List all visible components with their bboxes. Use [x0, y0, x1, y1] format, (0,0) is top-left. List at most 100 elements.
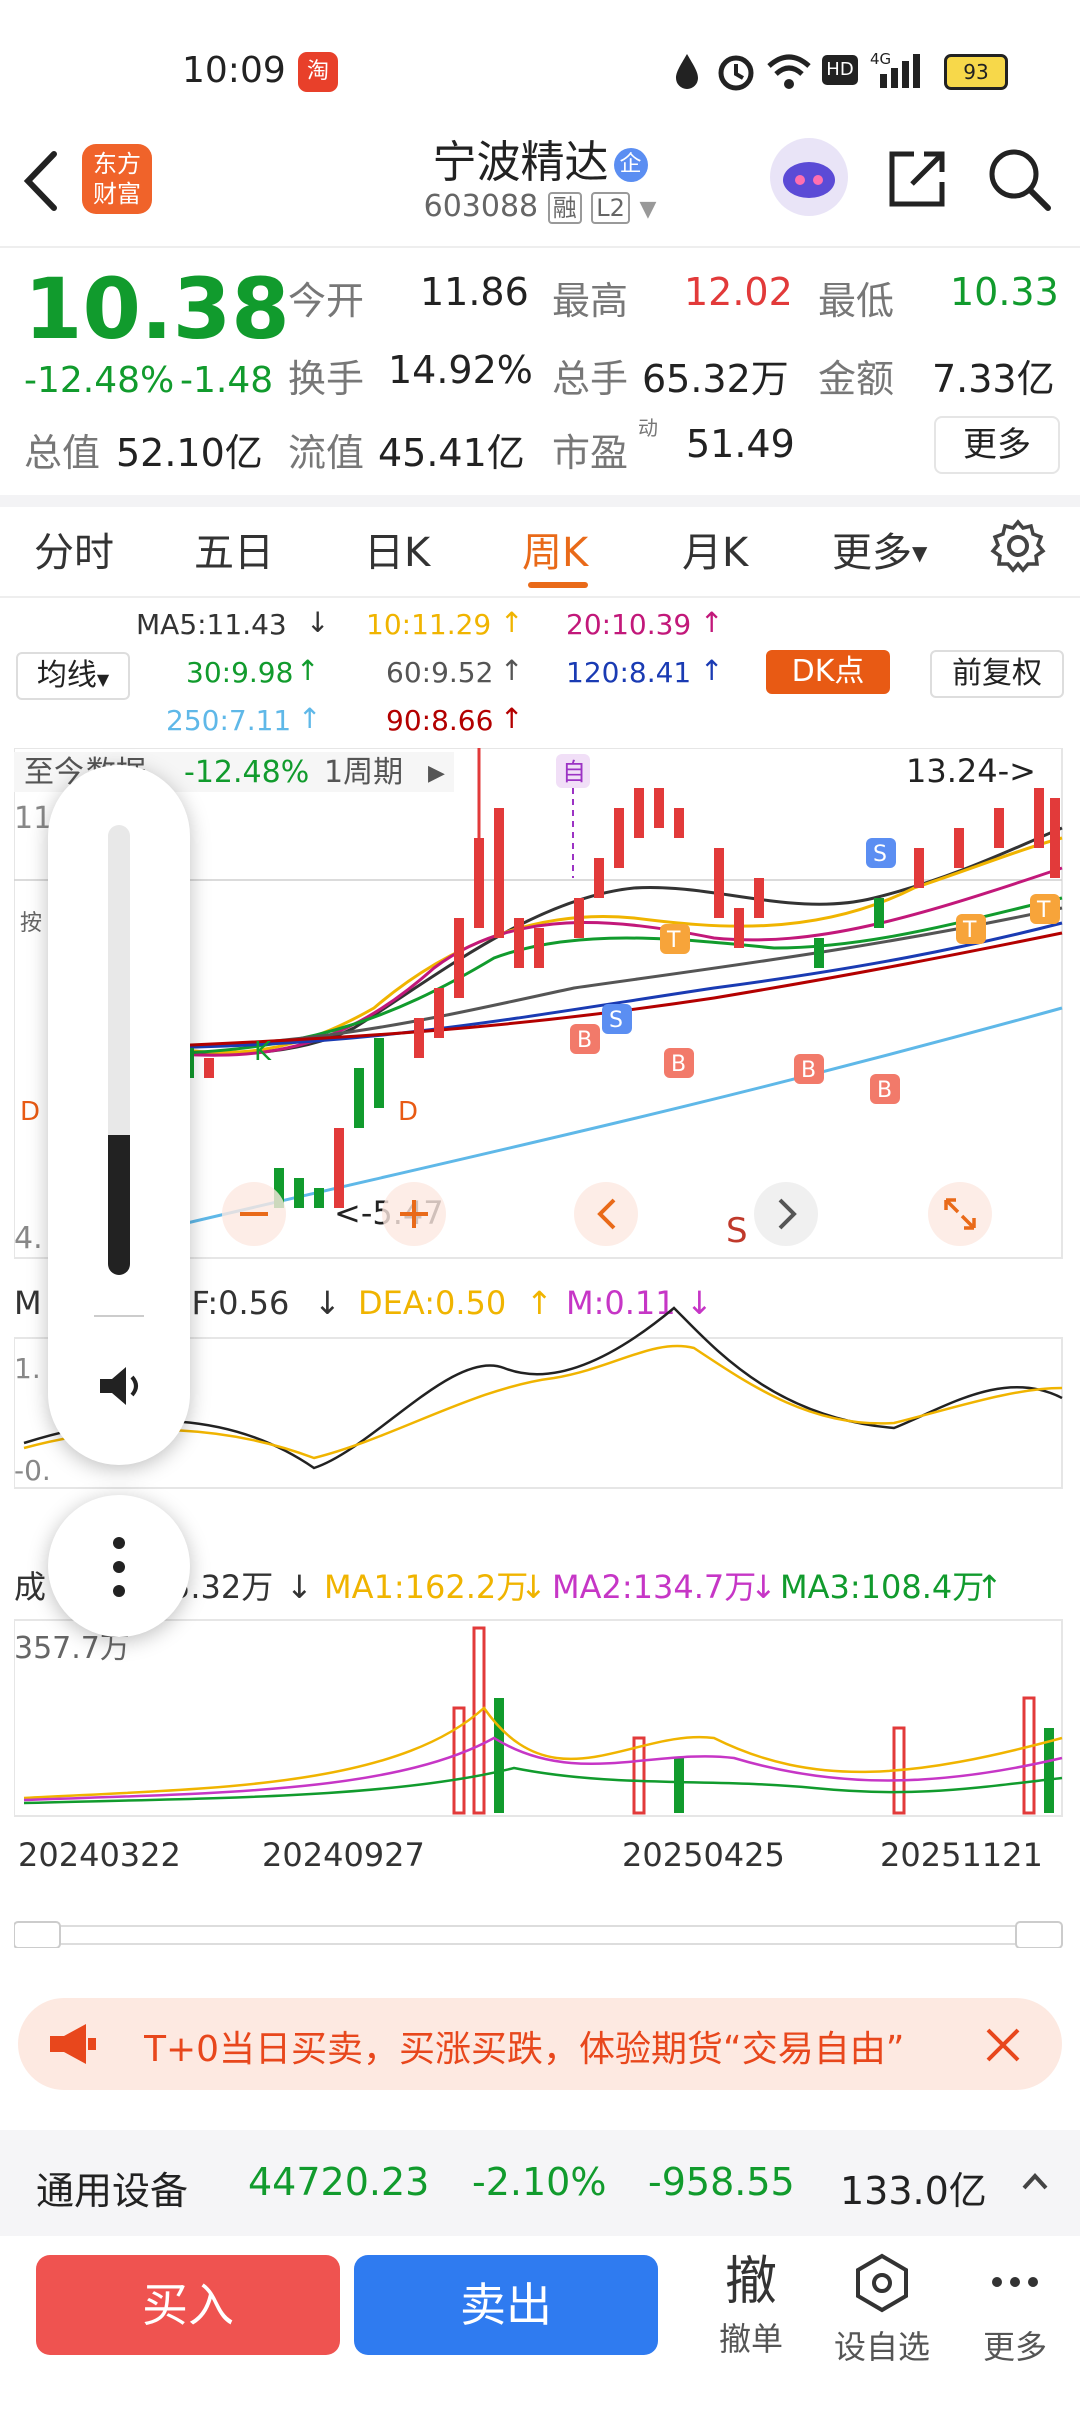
ma90-value: 90:8.66	[386, 704, 494, 737]
more-actions-button[interactable]: 更多	[960, 2250, 1070, 2368]
cancel-order-button[interactable]: 撤 撤单	[696, 2250, 806, 2360]
tab-more-label: 更多	[832, 530, 912, 576]
hd-icon: HD	[822, 55, 858, 85]
top-navigation: 东方 财富 宁波精达 企 603088 融 L2 ▼	[0, 120, 1080, 248]
buy-button[interactable]: 买入	[36, 2255, 340, 2355]
d-marker-left: D	[20, 1097, 40, 1127]
open-value: 11.86	[420, 270, 529, 314]
ma120-arrow-icon: ↑	[700, 654, 724, 687]
change-percent: -12.48%	[24, 360, 175, 401]
settings-icon[interactable]	[990, 518, 1046, 578]
system-volume-more[interactable]	[48, 1495, 190, 1637]
range-period[interactable]: 1周期	[324, 755, 403, 790]
ma-type-dropdown[interactable]: 均线▼	[16, 652, 130, 700]
tab-five-day[interactable]: 五日	[194, 520, 274, 578]
dropdown-triangle-icon[interactable]: ▼	[639, 197, 656, 222]
scroll-right-button[interactable]	[754, 1182, 818, 1246]
tab-intraday[interactable]: 分时	[34, 520, 114, 578]
ma3-arrow-icon: ↑	[976, 1568, 1003, 1606]
market-cap-label: 总值	[24, 431, 101, 475]
ma1-arrow-icon: ↓	[520, 1568, 547, 1606]
pe-dynamic-sup: 动	[638, 416, 658, 440]
chevron-up-icon[interactable]	[1020, 2166, 1050, 2200]
sector-bar[interactable]: 通用设备 44720.23 -2.10% -958.55 133.0亿	[0, 2130, 1080, 2236]
megaphone-icon	[46, 2020, 98, 2072]
tab-weekly-k[interactable]: 周K	[522, 520, 588, 578]
bottom-action-bar: 买入 卖出 撤 撤单 设自选 更多	[0, 2236, 1080, 2412]
promo-banner[interactable]: T+0当日买卖，买涨买跌，体验期货“交易自由”	[18, 1998, 1062, 2090]
more-quote-button[interactable]: 更多	[934, 416, 1060, 474]
add-watchlist-button[interactable]: 设自选	[822, 2250, 942, 2368]
stock-name: 宁波精达	[432, 137, 609, 188]
cancel-order-label: 撤单	[718, 2320, 783, 2358]
sector-amount: 133.0亿	[840, 2169, 987, 2213]
sector-name: 通用设备	[36, 2169, 189, 2213]
dk-point-button[interactable]: DK点	[766, 650, 890, 694]
ma30-value: 30:9.98	[186, 656, 294, 689]
sell-signal-letter-2: S	[609, 1008, 623, 1033]
robot-assistant-icon[interactable]	[770, 138, 848, 216]
share-icon[interactable]	[884, 146, 950, 216]
chart-scrollbar[interactable]	[14, 1925, 1063, 1945]
ma-type-caret-icon: ▼	[96, 670, 110, 689]
system-volume-panel	[48, 765, 190, 1465]
adjust-price-button[interactable]: 前复权	[930, 650, 1064, 698]
turnover-value: 14.92%	[388, 348, 533, 392]
scrollbar-left-handle[interactable]	[14, 1921, 61, 1948]
candles	[184, 748, 1060, 1208]
promo-close-icon[interactable]	[978, 2020, 1028, 2074]
volume-slider[interactable]	[108, 825, 130, 1275]
hexagon-icon	[856, 2253, 908, 2313]
dea-arrow-icon: ↑	[526, 1284, 553, 1322]
high-label: 最高	[552, 279, 629, 323]
battery-icon: 93	[944, 54, 1008, 90]
volume-ma2: MA2:134.7万	[552, 1568, 756, 1606]
enterprise-badge: 企	[613, 148, 648, 182]
range-pct: -12.48%	[184, 755, 309, 790]
scroll-left-button[interactable]	[574, 1182, 638, 1246]
current-price: 10.38	[24, 260, 290, 358]
pe-value: 51.49	[686, 422, 795, 466]
tab-more[interactable]: 更多▼	[832, 520, 927, 578]
tab-daily-k[interactable]: 日K	[364, 520, 430, 578]
date-label-1: 20240322	[18, 1836, 181, 1874]
search-icon[interactable]	[986, 146, 1052, 216]
ma30-arrow-icon: ↑	[296, 654, 320, 687]
sell-button[interactable]: 卖出	[354, 2255, 658, 2355]
scrollbar-right-handle[interactable]	[1015, 1921, 1063, 1948]
period-arrow-icon: ▶	[428, 761, 445, 786]
ma-type-label: 均线	[36, 658, 97, 693]
date-label-4: 20251121	[880, 1836, 1043, 1874]
status-bar: 10:09 淘 HD 4G 93	[0, 0, 1080, 140]
sector-change: -958.55	[648, 2160, 795, 2204]
side-button-label[interactable]: 按	[20, 911, 42, 936]
d-marker: D	[398, 1097, 418, 1127]
t-signal-letter-2: T	[962, 918, 977, 943]
date-label-3: 20250425	[622, 1836, 785, 1874]
speaker-icon[interactable]	[94, 1361, 144, 1415]
ma60-value: 60:9.52	[386, 656, 494, 689]
ma10-arrow-icon: ↑	[500, 606, 524, 639]
ma10-value: 10:11.29	[366, 608, 492, 641]
volume-ma3-line	[23, 1766, 1063, 1805]
change-amount: -1.48	[180, 360, 274, 401]
margin-tag: 融	[547, 192, 582, 224]
ma120-value: 120:8.41	[566, 656, 692, 689]
water-drop-icon	[672, 52, 702, 94]
vertical-dots-icon	[110, 1535, 128, 1603]
ma2-arrow-icon: ↓	[750, 1568, 777, 1606]
self-select-marker: 自	[562, 758, 586, 786]
tab-monthly-k[interactable]: 月K	[682, 520, 748, 578]
float-cap-value: 45.41亿	[378, 431, 525, 475]
volume-value: 65.32万	[642, 357, 789, 401]
ma90-arrow-icon: ↑	[500, 702, 524, 735]
volume-divider	[94, 1315, 144, 1317]
amount-value: 7.33亿	[932, 357, 1055, 401]
dif-arrow-icon: ↓	[314, 1284, 341, 1322]
volume-ma3: MA3:108.4万	[780, 1568, 984, 1606]
fullscreen-button[interactable]	[928, 1182, 992, 1246]
float-cap-label: 流值	[288, 431, 365, 475]
ma20-value: 20:10.39	[566, 608, 692, 641]
status-time: 10:09	[182, 50, 286, 91]
macd-m: M:0.11	[566, 1284, 676, 1322]
